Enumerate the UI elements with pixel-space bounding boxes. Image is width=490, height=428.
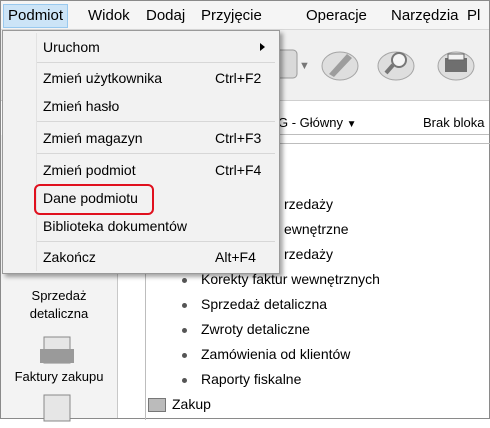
menubar: Podmiot Widok Dodaj Przyjęcie Operacje N… bbox=[1, 1, 489, 30]
pen-icon bbox=[321, 51, 359, 81]
tree-item-partial[interactable]: rzedaży bbox=[284, 246, 333, 262]
tree-item[interactable]: Raporty fiskalne bbox=[182, 371, 301, 387]
tree-item-partial[interactable]: rzedaży bbox=[284, 196, 333, 212]
bullet-icon bbox=[182, 377, 187, 383]
menu-widok[interactable]: Widok bbox=[84, 5, 134, 27]
menu-item-biblioteka-dokumentow[interactable]: Biblioteka dokumentów bbox=[4, 214, 278, 238]
submenu-arrow-icon bbox=[260, 43, 265, 51]
nav-label-line1: Sprzedaż bbox=[31, 288, 87, 303]
menu-przyjecie[interactable]: Przyjęcie bbox=[197, 5, 266, 27]
chevron-down-icon[interactable]: ▼ bbox=[299, 60, 310, 72]
chevron-down-icon: ▼ bbox=[346, 119, 357, 130]
toolbar-button-2[interactable] bbox=[317, 44, 363, 84]
tree-folder-zakup[interactable]: Zakup bbox=[148, 396, 211, 413]
menu-separator bbox=[37, 62, 275, 63]
menu-item-uruchom[interactable]: Uruchom bbox=[4, 35, 278, 59]
tree-item[interactable]: Zamówienia od klientów bbox=[182, 346, 350, 362]
podmiot-menu: Uruchom Zmień użytkownika Ctrl+F2 Zmień … bbox=[2, 30, 280, 274]
search-icon bbox=[377, 51, 415, 81]
toolbar-button-4[interactable] bbox=[433, 44, 479, 84]
bullet-icon bbox=[182, 277, 187, 283]
bullet-icon bbox=[182, 327, 187, 333]
printer-icon bbox=[437, 51, 475, 81]
bullet-icon bbox=[182, 352, 187, 358]
highlight-box bbox=[34, 184, 154, 215]
menu-narzedzia[interactable]: Narzędzia bbox=[387, 5, 463, 27]
menu-item-zmien-podmiot[interactable]: Zmień podmiot Ctrl+F4 bbox=[4, 158, 278, 182]
nav-label-line2: detaliczna bbox=[29, 306, 89, 321]
menu-separator bbox=[37, 153, 275, 154]
menu-separator bbox=[37, 121, 275, 122]
invoice-icon bbox=[36, 333, 78, 367]
menu-item-zmien-magazyn[interactable]: Zmień magazyn Ctrl+F3 bbox=[4, 126, 278, 150]
tree-item[interactable]: Zwroty detaliczne bbox=[182, 321, 310, 337]
menu-dodaj[interactable]: Dodaj bbox=[142, 5, 189, 27]
menu-item-zmien-haslo[interactable]: Zmień hasło bbox=[4, 94, 278, 118]
menu-item-zakoncz[interactable]: Zakończ Alt+F4 bbox=[4, 245, 278, 269]
bullet-icon bbox=[182, 302, 187, 308]
nav-sprzedaz-detaliczna[interactable]: Sprzedaż detaliczna bbox=[1, 287, 117, 323]
folder-icon bbox=[148, 398, 166, 413]
status-text: Brak bloka bbox=[423, 115, 485, 130]
tree-item-partial[interactable]: ewnętrzne bbox=[284, 221, 349, 237]
box-icon bbox=[36, 391, 78, 425]
menu-operacje[interactable]: Operacje bbox=[302, 5, 371, 27]
nav-faktury-zakupu[interactable]: Faktury zakupu bbox=[1, 369, 117, 384]
menu-separator bbox=[37, 241, 275, 242]
tree-item[interactable]: Sprzedaż detaliczna bbox=[182, 296, 327, 312]
menu-podmiot[interactable]: Podmiot bbox=[3, 4, 69, 28]
toolbar-button-3[interactable] bbox=[373, 44, 419, 84]
menu-more[interactable]: Pl bbox=[463, 5, 484, 27]
warehouse-selector[interactable]: G - Główny ▼ bbox=[278, 115, 357, 130]
menu-item-zmien-uzytkownika[interactable]: Zmień użytkownika Ctrl+F2 bbox=[4, 66, 278, 90]
